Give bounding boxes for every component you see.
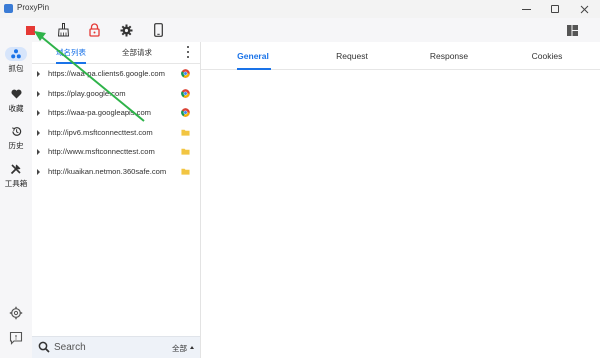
close-button[interactable] xyxy=(570,0,598,18)
domain-url: https://waa-pa.googleapis.com xyxy=(48,108,151,117)
more-dot-icon xyxy=(187,46,189,48)
maximize-icon xyxy=(551,5,559,13)
history-icon xyxy=(5,124,27,138)
lock-icon xyxy=(88,23,100,37)
nav-settings-button[interactable] xyxy=(9,306,23,320)
folder-icon xyxy=(181,148,190,155)
https-proxy-button[interactable] xyxy=(86,22,102,38)
close-icon xyxy=(580,5,588,13)
list-tabs: 域名列表 全部请求 xyxy=(32,42,200,64)
domain-url: http://ipv6.msftconnecttest.com xyxy=(48,127,153,137)
expand-chevron-icon[interactable] xyxy=(37,71,40,77)
broom-icon xyxy=(57,23,69,37)
tab-domain-list[interactable]: 域名列表 xyxy=(56,47,86,58)
tab-general[interactable]: General xyxy=(203,51,303,61)
folder-icon xyxy=(181,129,190,136)
nav-item-capture[interactable]: 抓包 xyxy=(0,47,32,77)
domain-url: https://play.google.com xyxy=(48,88,126,98)
chrome-icon xyxy=(181,88,190,98)
nav-label: 历史 xyxy=(8,141,24,150)
caret-up-icon[interactable] xyxy=(190,346,194,349)
toolbar xyxy=(0,18,600,42)
expand-chevron-icon[interactable] xyxy=(37,168,40,175)
nav-label: 工具箱 xyxy=(4,179,28,188)
domain-list: https://waa-pa.clients6.google.com https… xyxy=(32,64,200,181)
domain-url: http://kuaikan.netmon.360safe.com xyxy=(48,166,167,176)
nav-label: 抓包 xyxy=(8,64,24,73)
more-dot-icon xyxy=(187,51,189,53)
heart-icon xyxy=(5,87,27,101)
expand-chevron-icon[interactable] xyxy=(37,110,40,116)
window-title: ProxyPin xyxy=(17,3,50,12)
domain-row[interactable]: https://play.google.com xyxy=(32,84,200,104)
expand-chevron-icon[interactable] xyxy=(37,149,40,155)
detail-tabs: General Request Response Cookies xyxy=(201,42,600,70)
phone-icon xyxy=(153,23,163,37)
search-scope-dropdown[interactable]: 全部 xyxy=(172,343,187,354)
layout-toggle-button[interactable] xyxy=(564,22,580,38)
domain-row[interactable]: http://ipv6.msftconnecttest.com xyxy=(32,123,200,143)
domain-url: http://www.msftconnecttest.com xyxy=(48,147,155,156)
stop-capture-button[interactable] xyxy=(22,22,38,38)
search-bar: 全部 xyxy=(32,336,200,358)
mobile-connect-button[interactable] xyxy=(150,22,166,38)
chrome-icon xyxy=(181,108,190,117)
nav-item-toolbox[interactable]: 工具箱 xyxy=(0,162,32,192)
tab-cookies[interactable]: Cookies xyxy=(497,51,597,61)
expand-chevron-icon[interactable] xyxy=(37,129,40,136)
more-options-button[interactable] xyxy=(184,46,192,58)
feedback-icon xyxy=(9,331,23,345)
request-detail-panel: General Request Response Cookies xyxy=(201,42,600,358)
gear-icon xyxy=(120,24,132,36)
minimize-icon xyxy=(521,8,531,10)
tab-response[interactable]: Response xyxy=(399,51,499,61)
domain-row[interactable]: https://waa-pa.clients6.google.com xyxy=(32,64,200,84)
settings-button[interactable] xyxy=(118,22,134,38)
active-detail-tab-indicator xyxy=(237,68,271,70)
minimize-button[interactable] xyxy=(512,0,540,18)
tab-request[interactable]: Request xyxy=(302,51,402,61)
capture-icon xyxy=(5,47,27,61)
title-bar: ProxyPin xyxy=(0,0,600,18)
more-dot-icon xyxy=(187,56,189,58)
nav-rail: 抓包 收藏 历史 工具箱 xyxy=(0,42,32,358)
nav-item-favorites[interactable]: 收藏 xyxy=(0,87,32,117)
search-input[interactable] xyxy=(54,340,164,354)
tab-all-requests[interactable]: 全部请求 xyxy=(122,47,152,58)
domain-row[interactable]: http://www.msftconnecttest.com xyxy=(32,142,200,162)
search-icon xyxy=(38,341,50,353)
nav-item-history[interactable]: 历史 xyxy=(0,124,32,154)
maximize-button[interactable] xyxy=(541,0,569,18)
chrome-icon xyxy=(181,69,190,78)
stop-icon xyxy=(25,25,35,35)
domain-row[interactable]: http://kuaikan.netmon.360safe.com xyxy=(32,162,200,182)
nav-label: 收藏 xyxy=(8,104,24,113)
folder-icon xyxy=(181,168,190,175)
domain-url: https://waa-pa.clients6.google.com xyxy=(48,69,165,78)
settings-gear-icon xyxy=(9,306,23,320)
domain-list-panel: 域名列表 全部请求 https://waa-pa.clients6.google… xyxy=(32,42,200,358)
clear-button[interactable] xyxy=(55,22,71,38)
layout-icon xyxy=(566,24,578,36)
app-icon xyxy=(4,4,13,13)
domain-row[interactable]: https://waa-pa.googleapis.com xyxy=(32,103,200,123)
expand-chevron-icon[interactable] xyxy=(37,90,40,97)
nav-feedback-button[interactable] xyxy=(9,331,23,345)
tools-icon xyxy=(5,162,27,176)
